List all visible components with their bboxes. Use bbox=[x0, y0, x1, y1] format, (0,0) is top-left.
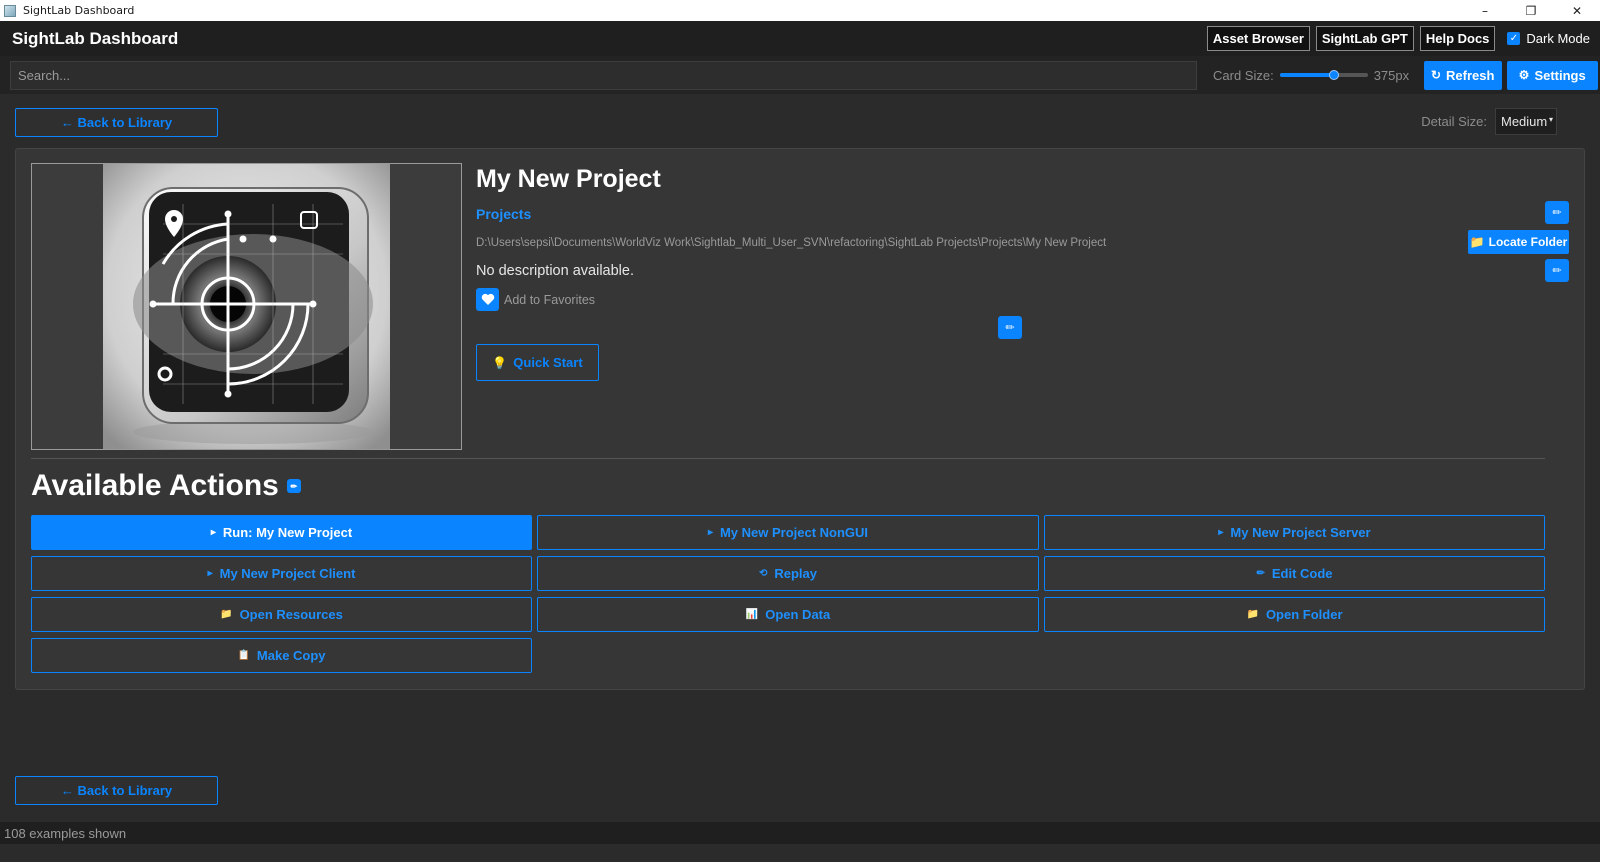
available-actions-title: Available Actions bbox=[31, 469, 279, 502]
clipboard-icon: 📋 bbox=[237, 650, 250, 661]
action-button[interactable]: ▸ Run: My New Project bbox=[31, 515, 532, 550]
detail-size-label: Detail Size: bbox=[1421, 114, 1487, 129]
dark-mode-toggle[interactable]: ✓ Dark Mode bbox=[1507, 31, 1590, 46]
help-docs-button[interactable]: Help Docs bbox=[1419, 26, 1496, 51]
slider-fill bbox=[1279, 73, 1335, 77]
chart-icon: 📊 bbox=[745, 609, 759, 620]
window-title: SightLab Dashboard bbox=[23, 4, 135, 17]
play-icon: ▸ bbox=[207, 568, 213, 579]
refresh-button[interactable]: ↻ Refresh bbox=[1423, 60, 1502, 90]
settings-button[interactable]: ⚙ Settings bbox=[1506, 60, 1598, 90]
status-text: 108 examples shown bbox=[4, 825, 127, 841]
action-button[interactable]: 📋 Make Copy bbox=[31, 638, 532, 673]
detail-size-select[interactable]: Medium ▾ bbox=[1495, 108, 1557, 135]
section-divider bbox=[31, 458, 1545, 459]
action-label: Replay bbox=[774, 566, 818, 581]
back-to-library-button-bottom[interactable]: ← Back to Library bbox=[15, 776, 218, 805]
dark-mode-checkbox[interactable]: ✓ bbox=[1507, 32, 1521, 45]
quick-start-button[interactable]: 💡 Quick Start bbox=[476, 344, 599, 381]
action-button[interactable]: 📊 Open Data bbox=[537, 597, 1039, 632]
folder-icon: 📁 bbox=[220, 609, 233, 620]
edit-description-button[interactable]: ✏ bbox=[1545, 259, 1569, 282]
action-label: My New Project Server bbox=[1230, 525, 1371, 540]
project-description: No description available. bbox=[476, 263, 634, 279]
app-icon bbox=[4, 4, 16, 17]
minimize-button[interactable]: – bbox=[1462, 0, 1508, 21]
project-title: My New Project bbox=[476, 165, 661, 193]
action-button[interactable]: ▸ My New Project Server bbox=[1044, 515, 1545, 550]
action-label: Run: My New Project bbox=[222, 525, 353, 540]
locate-folder-label: Locate Folder bbox=[1488, 235, 1568, 249]
action-label: Edit Code bbox=[1271, 566, 1333, 581]
sightlab-gpt-button[interactable]: SightLab GPT bbox=[1315, 26, 1414, 51]
status-bar: 108 examples shown bbox=[0, 822, 1600, 844]
project-path: D:\Users\sepsi\Documents\WorldViz Work\S… bbox=[476, 237, 1107, 249]
replay-icon: ⟲ bbox=[758, 568, 768, 579]
pencil-icon: ✏ bbox=[1552, 206, 1562, 219]
chevron-down-icon: ▾ bbox=[1546, 115, 1553, 124]
slider-thumb[interactable] bbox=[1329, 70, 1340, 80]
refresh-label: Refresh bbox=[1446, 67, 1495, 83]
detail-size-value: Medium bbox=[1501, 114, 1548, 129]
action-label: My New Project Client bbox=[219, 566, 356, 581]
action-button[interactable]: ✏ Edit Code bbox=[1044, 556, 1545, 591]
edit-actions-icon[interactable]: ✏ bbox=[286, 479, 301, 493]
favorites-label: Add to Favorites bbox=[504, 292, 596, 307]
action-button[interactable]: ▸ My New Project Client bbox=[31, 556, 532, 591]
asset-browser-button[interactable]: Asset Browser bbox=[1206, 26, 1310, 51]
card-size-label: Card Size: bbox=[1213, 67, 1274, 83]
dark-mode-label: Dark Mode bbox=[1526, 31, 1590, 46]
available-actions-heading: Available Actions ✏ bbox=[31, 469, 301, 503]
back-to-library-button[interactable]: ← Back to Library bbox=[15, 108, 218, 137]
quick-start-label: Quick Start bbox=[513, 355, 583, 370]
action-label: Open Folder bbox=[1265, 607, 1343, 622]
gear-icon: ⚙ bbox=[1518, 68, 1530, 82]
heart-icon[interactable] bbox=[476, 288, 499, 311]
actions-grid: ▸ Run: My New Project ▸ My New Project NonG… bbox=[31, 515, 1545, 673]
action-button[interactable]: ▸ My New Project NonGUI bbox=[537, 515, 1039, 550]
play-icon: ▸ bbox=[210, 527, 216, 538]
restore-button[interactable]: ❐ bbox=[1508, 0, 1554, 21]
locate-folder-button[interactable]: 📁 Locate Folder bbox=[1468, 230, 1569, 254]
card-size-slider[interactable] bbox=[1279, 66, 1368, 84]
pencil-icon: ✏ bbox=[1005, 321, 1015, 334]
refresh-icon: ↻ bbox=[1430, 68, 1442, 82]
play-icon: ▸ bbox=[1218, 527, 1224, 538]
app-header: SightLab Dashboard Asset Browser SightLa… bbox=[0, 21, 1600, 56]
search-input[interactable] bbox=[10, 60, 1197, 90]
action-label: Open Resources bbox=[239, 607, 343, 622]
card-size-value: 375px bbox=[1373, 67, 1410, 83]
toolbar: Card Size: 375px ↻ Refresh ⚙ Settings bbox=[0, 56, 1600, 94]
edit-quick-start-button[interactable]: ✏ bbox=[998, 316, 1022, 339]
action-label: My New Project NonGUI bbox=[719, 525, 869, 540]
window-titlebar: SightLab Dashboard – ❐ ✕ bbox=[0, 0, 1600, 21]
pencil-icon: ✏ bbox=[1552, 264, 1562, 277]
action-label: Open Data bbox=[765, 607, 831, 622]
detail-size: Detail Size: Medium ▾ bbox=[1421, 108, 1557, 135]
app-name: SightLab Dashboard bbox=[12, 28, 179, 48]
pencil-icon: ✏ bbox=[1256, 568, 1265, 579]
play-icon: ▸ bbox=[707, 527, 713, 538]
project-category-link[interactable]: Projects bbox=[476, 206, 531, 222]
edit-category-button[interactable]: ✏ bbox=[1545, 201, 1569, 224]
folder-icon: 📁 bbox=[1246, 609, 1259, 620]
action-button[interactable]: 📁 Open Folder bbox=[1044, 597, 1545, 632]
eye-tracking-illustration bbox=[103, 164, 390, 449]
close-button[interactable]: ✕ bbox=[1554, 0, 1600, 21]
action-label: Make Copy bbox=[256, 648, 326, 663]
action-button[interactable]: ⟲ Replay bbox=[537, 556, 1039, 591]
action-button[interactable]: 📁 Open Resources bbox=[31, 597, 532, 632]
project-detail-panel: My New Project Projects D:\Users\sepsi\D… bbox=[15, 148, 1585, 690]
add-to-favorites[interactable]: Add to Favorites bbox=[476, 288, 595, 311]
settings-label: Settings bbox=[1534, 67, 1586, 83]
project-thumbnail bbox=[31, 163, 462, 450]
lightbulb-icon: 💡 bbox=[492, 355, 508, 370]
folder-icon: 📁 bbox=[1469, 235, 1485, 249]
